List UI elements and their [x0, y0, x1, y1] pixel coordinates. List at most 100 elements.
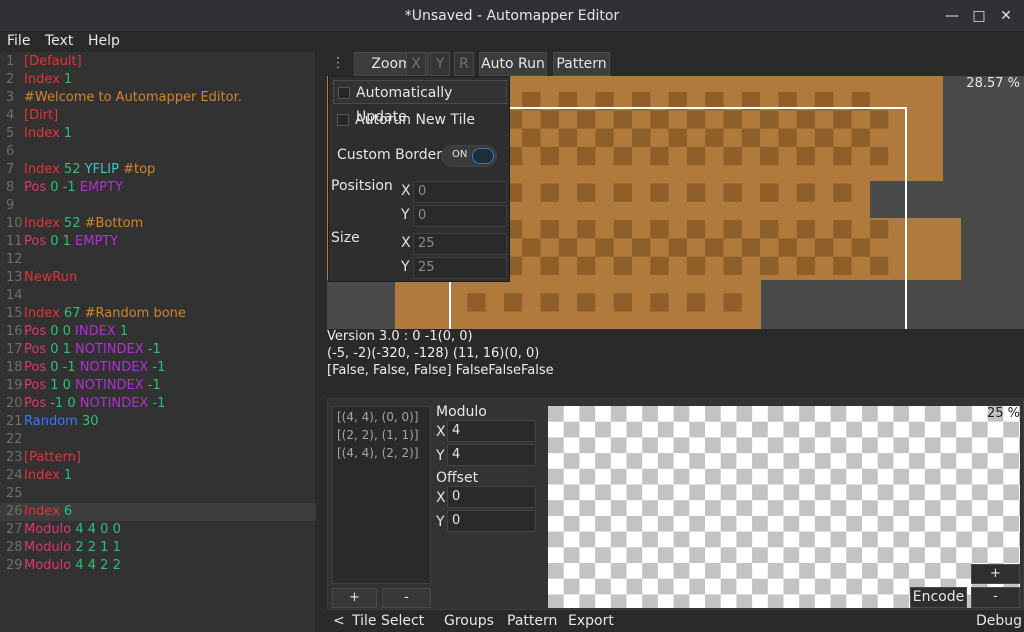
position-x-field[interactable]: 0 [413, 181, 507, 203]
pattern-tile [579, 500, 596, 516]
code-line[interactable]: 26 Index 6 [0, 503, 316, 521]
dark-tile [741, 238, 761, 257]
code-line[interactable]: 10 Index 52 #Bottom [0, 215, 316, 233]
position-y-field[interactable]: 0 [413, 205, 507, 227]
code-line[interactable]: 8 Pos 0 -1 EMPTY [0, 179, 316, 197]
code-line[interactable]: 12 [0, 251, 316, 269]
code-line[interactable]: 9 [0, 197, 316, 215]
code-token: 4 4 0 0 [71, 522, 121, 537]
code-line[interactable]: 5 Index 1 [0, 125, 316, 143]
tab-export[interactable]: Export [568, 613, 614, 629]
code-line[interactable]: 3 #Welcome to Automapper Editor. [0, 89, 316, 107]
pattern-tile [862, 563, 878, 579]
code-line[interactable]: 19 Pos 1 0 NOTINDEX -1 [0, 377, 316, 395]
pattern-tile [767, 468, 784, 485]
autorun-new-tile-option[interactable]: Autorun New Tile [333, 108, 507, 132]
autorun-new-tile-checkbox[interactable] [337, 114, 349, 126]
rotate-button[interactable]: R [454, 52, 474, 76]
dark-tile [796, 220, 815, 239]
code-line[interactable]: 27 Modulo 4 4 0 0 [0, 521, 316, 539]
code-line[interactable]: 14 [0, 287, 316, 305]
tab-groups[interactable]: Groups [444, 613, 494, 629]
remove-rule-button[interactable]: - [382, 588, 431, 608]
code-line[interactable]: 18 Pos 0 -1 NOTINDEX -1 [0, 359, 316, 377]
pattern-tile [752, 453, 768, 469]
code-editor[interactable]: 1 [Default] 2 Index 1 3 #Welcome to Automappe… [0, 52, 316, 632]
dark-tile [668, 128, 687, 147]
auto-update-option[interactable]: Automatically Update [333, 80, 507, 125]
code-line[interactable]: 21 Random 30 [0, 413, 316, 431]
pattern-tile [752, 421, 768, 438]
flip-x-button[interactable]: X [406, 52, 426, 76]
code-line[interactable]: 22 [0, 431, 316, 449]
menu-file[interactable]: File [7, 33, 30, 49]
size-y-field[interactable]: 25 [413, 257, 507, 279]
close-icon[interactable]: ✕ [996, 6, 1016, 26]
size-x-field[interactable]: 25 [413, 233, 507, 255]
code-token: Index [24, 162, 60, 177]
code-line[interactable]: 23 [Pattern] [0, 449, 316, 467]
code-line[interactable]: 2 Index 1 [0, 71, 316, 89]
pattern-rule-list[interactable]: [(4, 4), (0, 0)] [(2, 2), (1, 1)] [(4, 4),… [332, 406, 431, 584]
line-number: 8 [6, 180, 15, 195]
line-number: 5 [6, 126, 15, 141]
auto-update-checkbox[interactable] [338, 87, 350, 99]
code-line[interactable]: 20 Pos -1 0 NOTINDEX -1 [0, 395, 316, 413]
code-line[interactable]: 24 Index 1 [0, 467, 316, 485]
back-button[interactable]: < [333, 613, 345, 629]
code-line[interactable]: 11 Pos 0 1 EMPTY [0, 233, 316, 251]
pattern-rule-item[interactable]: [(4, 4), (2, 2)] [337, 446, 419, 460]
add-rule-button[interactable]: + [332, 588, 377, 608]
pattern-rule-item[interactable]: [(4, 4), (0, 0)] [337, 410, 419, 424]
zoom-out-button[interactable]: - [971, 587, 1020, 608]
tab-tile-select[interactable]: Tile Select [352, 613, 424, 629]
auto-run-button[interactable]: Auto Run [479, 52, 547, 76]
custom-border-toggle[interactable]: ON [441, 145, 497, 167]
modulo-y-field[interactable]: 4 [447, 444, 536, 466]
modulo-x-field[interactable]: 4 [447, 420, 536, 442]
minimize-icon[interactable]: — [942, 6, 962, 26]
code-line[interactable]: 1 [Default] [0, 53, 316, 71]
pattern-tile [563, 547, 580, 563]
pattern-tile [705, 437, 721, 454]
pattern-tile [846, 578, 862, 595]
tab-debug[interactable]: Debug [976, 613, 1022, 629]
maximize-icon[interactable]: □ [969, 6, 989, 26]
code-line[interactable]: 6 [0, 143, 316, 161]
pattern-zoom-label: 25 % [986, 406, 1020, 421]
line-number: 18 [6, 360, 23, 375]
code-line[interactable]: 29 Modulo 4 4 2 2 [0, 557, 316, 575]
code-line[interactable]: 7 Index 52 YFLIP #top [0, 161, 316, 179]
pattern-tile [846, 453, 862, 469]
code-line[interactable]: 13 NewRun [0, 269, 316, 287]
code-line[interactable]: 16 Pos 0 0 INDEX 1 [0, 323, 316, 341]
pattern-tile [579, 437, 596, 454]
pattern-button[interactable]: Pattern [553, 52, 610, 76]
code-line[interactable]: 17 Pos 0 1 NOTINDEX -1 [0, 341, 316, 359]
tab-pattern[interactable]: Pattern [507, 613, 557, 629]
pattern-tile [595, 515, 611, 532]
encode-button[interactable]: Encode [910, 587, 967, 608]
toolbar: ⋮ Zoom X Y R Auto Run Pattern [327, 52, 1024, 76]
flip-y-button[interactable]: Y [430, 52, 450, 76]
code-line[interactable]: 4 [Dirt] [0, 107, 316, 125]
pattern-rule-item[interactable]: [(2, 2), (1, 1)] [337, 428, 419, 442]
zoom-in-button[interactable]: + [971, 564, 1020, 584]
offset-x-field[interactable]: 0 [447, 486, 536, 508]
code-line[interactable]: 25 [0, 485, 316, 503]
line-code: Pos 1 0 NOTINDEX -1 [24, 377, 161, 395]
dark-tile [613, 293, 632, 312]
offset-y-field[interactable]: 0 [447, 510, 536, 532]
pattern-preview[interactable] [548, 406, 1020, 608]
pattern-tile [626, 484, 643, 501]
drag-handle-icon[interactable]: ⋮ [327, 52, 349, 76]
pattern-tile [595, 453, 611, 469]
menu-help[interactable]: Help [88, 33, 120, 49]
code-line[interactable]: 28 Modulo 2 2 1 1 [0, 539, 316, 557]
pattern-tile [846, 484, 862, 501]
code-line[interactable]: 15 Index 67 #Random bone [0, 305, 316, 323]
preview-zoom-label: 28.57 % [966, 76, 1020, 91]
menu-text[interactable]: Text [45, 33, 73, 49]
dark-tile [723, 256, 742, 275]
position-label: Positsion [331, 178, 393, 194]
